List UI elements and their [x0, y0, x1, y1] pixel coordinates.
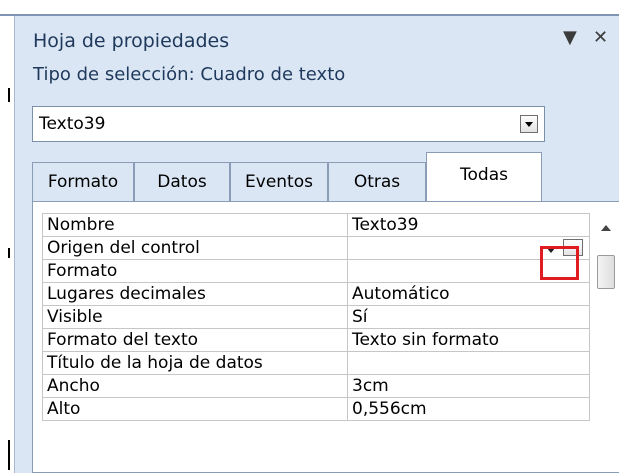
property-row: Formato del texto Texto sin formato: [42, 328, 590, 352]
tab-datos[interactable]: Datos: [134, 162, 230, 202]
vertical-scrollbar[interactable]: [595, 213, 617, 471]
pane-title: Hoja de propiedades: [33, 30, 230, 52]
selection-type-label: Tipo de selección: Cuadro de texto: [33, 64, 346, 85]
property-value[interactable]: Texto39: [347, 213, 590, 237]
tab-todas[interactable]: Todas: [426, 152, 542, 202]
chevron-down-icon[interactable]: [520, 115, 538, 133]
property-name[interactable]: Nombre: [42, 213, 348, 237]
property-row: Visible Sí: [42, 305, 590, 329]
object-selector-value: Texto39: [39, 114, 106, 134]
property-grid-frame: Nombre Texto39 Origen del control ... Fo…: [32, 201, 619, 473]
property-sheet-pane: Hoja de propiedades ▼ ✕ Tipo de selecció…: [14, 16, 619, 473]
scroll-up-arrow-icon[interactable]: [601, 225, 611, 231]
property-name[interactable]: Ancho: [42, 374, 348, 398]
tab-formato[interactable]: Formato: [32, 162, 134, 202]
left-edge-mark: [8, 440, 10, 470]
property-name[interactable]: Formato: [42, 259, 348, 283]
pane-close-icon[interactable]: ✕: [593, 28, 608, 48]
property-value[interactable]: [347, 259, 590, 283]
property-row: Origen del control ...: [42, 236, 590, 260]
property-row: Lugares decimales Automático: [42, 282, 590, 306]
property-row: Nombre Texto39: [42, 213, 590, 237]
top-strip: [0, 0, 619, 14]
property-value[interactable]: [347, 351, 590, 375]
property-value[interactable]: Sí: [347, 305, 590, 329]
property-row: Ancho 3cm: [42, 374, 590, 398]
property-row: Alto 0,556cm: [42, 397, 590, 421]
left-edge-mark: [8, 248, 10, 258]
property-row: Título de la hoja de datos: [42, 351, 590, 375]
property-name[interactable]: Formato del texto: [42, 328, 348, 352]
property-value[interactable]: Automático: [347, 282, 590, 306]
property-name[interactable]: Lugares decimales: [42, 282, 348, 306]
property-value[interactable]: 3cm: [347, 374, 590, 398]
scroll-thumb[interactable]: [597, 255, 615, 289]
object-selector-combobox[interactable]: Texto39: [32, 106, 545, 142]
tab-otras[interactable]: Otras: [328, 162, 426, 202]
left-edge-mark: [8, 88, 10, 102]
property-value[interactable]: Texto sin formato: [347, 328, 590, 352]
property-row: Formato: [42, 259, 590, 283]
property-name[interactable]: Origen del control: [42, 236, 348, 260]
property-name[interactable]: Título de la hoja de datos: [42, 351, 348, 375]
tab-eventos[interactable]: Eventos: [230, 162, 328, 202]
property-tabs: Formato Datos Eventos Otras Todas: [32, 152, 619, 202]
property-grid: Nombre Texto39 Origen del control ... Fo…: [42, 213, 590, 421]
property-value-control-source[interactable]: ...: [347, 236, 590, 260]
builder-button[interactable]: ...: [563, 239, 583, 256]
property-value[interactable]: 0,556cm: [347, 397, 590, 421]
property-name[interactable]: Alto: [42, 397, 348, 421]
property-name[interactable]: Visible: [42, 305, 348, 329]
pane-menu-chevron-down-icon[interactable]: ▼: [563, 28, 577, 48]
chevron-down-icon[interactable]: [543, 241, 559, 256]
pane-title-bar: Hoja de propiedades ▼ ✕: [15, 16, 619, 58]
